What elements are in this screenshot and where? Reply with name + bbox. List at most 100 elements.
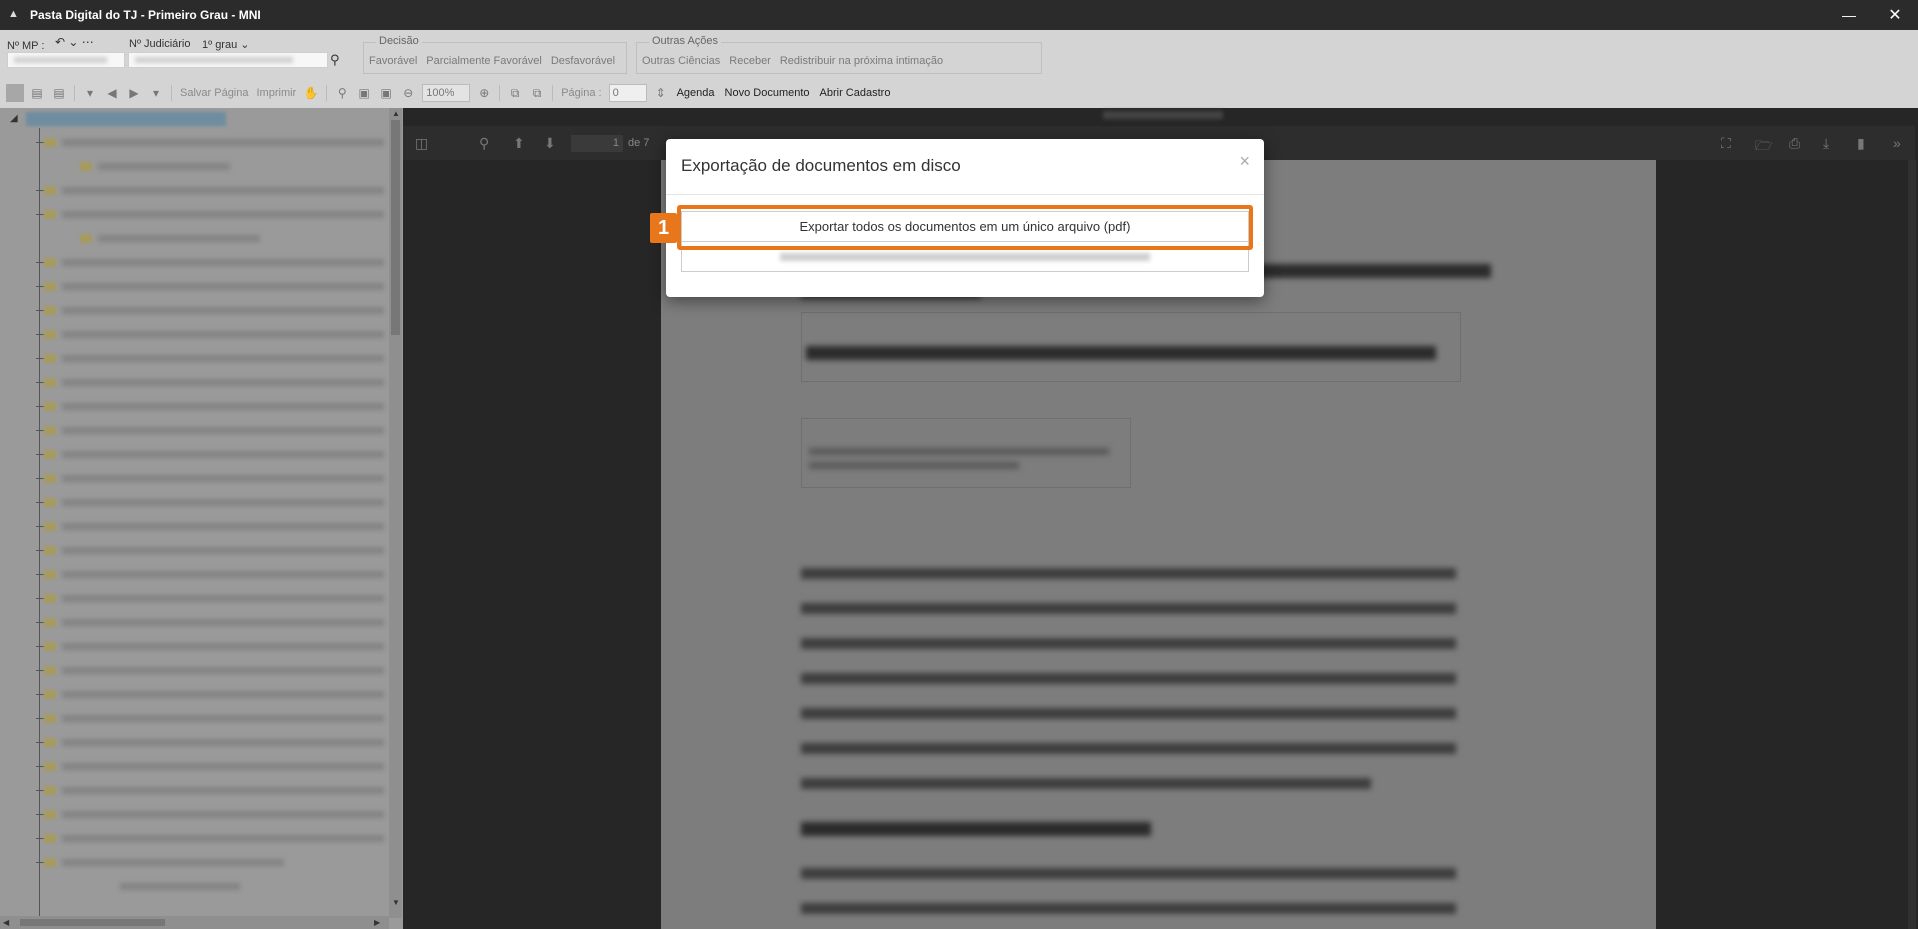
sidebar-toggle-icon[interactable]: ◫	[415, 135, 428, 152]
tree-node[interactable]	[80, 231, 260, 245]
judicial-number-field[interactable]	[128, 52, 328, 68]
tree-node[interactable]	[44, 687, 384, 701]
scroll-right-icon[interactable]: ▶	[374, 918, 380, 927]
new-document-link[interactable]: Novo Documento	[725, 87, 810, 99]
find-icon[interactable]: ⚲	[479, 135, 489, 152]
tree-node[interactable]	[44, 735, 384, 749]
scroll-left-icon[interactable]: ◀	[3, 918, 9, 927]
tree-view-icon[interactable]: ▤	[28, 84, 46, 102]
download-icon[interactable]: ⤓	[1823, 135, 1829, 152]
page-stepper-icon[interactable]: ⇕	[652, 84, 670, 102]
unfavorable-button[interactable]: Desfavorável	[551, 55, 615, 67]
more-tools-icon[interactable]: »	[1893, 135, 1901, 151]
mp-label: Nº MP :	[7, 40, 45, 52]
tree-node[interactable]	[44, 399, 384, 413]
grau-select[interactable]: 1º grau ⌄	[202, 38, 250, 51]
open-registry-link[interactable]: Abrir Cadastro	[820, 87, 891, 99]
other-actions-title: Outras Ações	[649, 35, 722, 47]
tree-node[interactable]	[44, 711, 384, 725]
page-text-line	[801, 868, 1456, 879]
list-view-icon[interactable]: ▤	[50, 84, 68, 102]
tree-node[interactable]	[44, 423, 384, 437]
dialog-header: Exportação de documentos em disco ×	[666, 139, 1264, 195]
tree-node[interactable]	[44, 471, 384, 485]
zoom-in-icon[interactable]: ⊕	[475, 84, 493, 102]
tree-node[interactable]	[44, 543, 384, 557]
dialog-close-button[interactable]: ×	[1239, 151, 1250, 172]
dropdown-icon[interactable]: ▾	[147, 84, 165, 102]
tree-node[interactable]	[44, 759, 384, 773]
zoom-out-icon[interactable]: ⊖	[399, 84, 417, 102]
zoom-tool-icon[interactable]: ⚲	[333, 84, 351, 102]
open-file-icon[interactable]: 🗁	[1755, 135, 1772, 159]
tree-node[interactable]	[44, 519, 384, 533]
select-tool-icon[interactable]	[6, 84, 24, 102]
page-input[interactable]: 0	[608, 84, 647, 102]
pdf-page-number-input[interactable]: 1	[571, 135, 623, 152]
tree-node[interactable]	[44, 831, 384, 845]
undo-icon[interactable]: ↶ ⌄ ⋯	[55, 35, 94, 49]
agenda-link[interactable]: Agenda	[677, 87, 715, 99]
top-panel: Nº MP : ↶ ⌄ ⋯ Nº Judiciário 1º grau ⌄ ⚲ …	[0, 30, 1918, 108]
fit-width-icon[interactable]: ▣	[377, 84, 395, 102]
paste-icon[interactable]: ⧉	[528, 84, 546, 102]
tree-node[interactable]	[44, 807, 384, 821]
page-text-line	[809, 448, 1109, 455]
mp-number-field[interactable]	[7, 52, 125, 68]
expand-root-icon[interactable]: ◢	[10, 113, 18, 124]
partially-favorable-button[interactable]: Parcialmente Favorável	[426, 55, 542, 67]
prev-icon[interactable]: ◀	[103, 84, 121, 102]
dropdown-icon[interactable]: ▾	[81, 84, 99, 102]
other-sciences-button[interactable]: Outras Ciências	[642, 55, 720, 67]
tree-node[interactable]	[44, 279, 384, 293]
tree-node[interactable]	[44, 783, 384, 797]
page-text-line	[801, 568, 1456, 579]
scroll-down-icon[interactable]: ▼	[392, 898, 400, 907]
tree-node[interactable]	[44, 207, 384, 221]
tree-node[interactable]	[44, 591, 384, 605]
page-text-line	[801, 673, 1456, 684]
scroll-up-icon[interactable]: ▲	[392, 109, 400, 118]
fit-page-icon[interactable]: ▣	[355, 84, 373, 102]
search-icon[interactable]: ⚲	[330, 52, 340, 68]
copy-icon[interactable]: ⧉	[506, 84, 524, 102]
tree-horizontal-scrollbar[interactable]: ◀ ▶	[0, 916, 389, 929]
tree-node[interactable]	[44, 639, 384, 653]
tree-node[interactable]	[44, 351, 384, 365]
tree-node[interactable]	[44, 615, 384, 629]
hand-tool-icon[interactable]: ✋	[302, 84, 320, 102]
save-page-button[interactable]: Salvar Página	[180, 87, 249, 99]
tree-node[interactable]	[44, 255, 384, 269]
page-label: Página :	[561, 87, 602, 99]
fullscreen-icon[interactable]: ⛶	[1721, 135, 1731, 152]
pdf-scrollbar[interactable]	[1908, 160, 1916, 929]
zoom-select[interactable]: 100%	[422, 84, 471, 102]
print-icon[interactable]: ⎙	[1789, 135, 1800, 152]
close-window-button[interactable]: ✕	[1872, 0, 1918, 30]
receive-button[interactable]: Receber	[729, 55, 771, 67]
previous-page-icon[interactable]: ⬆	[513, 135, 525, 152]
bookmark-icon[interactable]: ▮	[1857, 135, 1865, 152]
next-icon[interactable]: ▶	[125, 84, 143, 102]
minimize-button[interactable]: —	[1826, 0, 1872, 30]
tree-vertical-scrollbar[interactable]: ▲ ▼	[389, 108, 402, 918]
tree-node[interactable]	[44, 375, 384, 389]
tree-node[interactable]	[44, 135, 384, 149]
tree-node[interactable]	[44, 855, 284, 869]
next-page-icon[interactable]: ⬇	[544, 135, 556, 152]
tree-node[interactable]	[44, 663, 384, 677]
redistribute-button[interactable]: Redistribuir na próxima intimação	[780, 55, 943, 67]
tree-node[interactable]	[44, 567, 384, 581]
tree-node[interactable]	[44, 447, 384, 461]
tree-node[interactable]	[80, 159, 230, 173]
page-text-line	[801, 603, 1456, 614]
tree-node[interactable]	[44, 183, 384, 197]
tree-node[interactable]	[44, 303, 384, 317]
judicial-label: Nº Judiciário	[129, 38, 191, 50]
tree-node[interactable]	[120, 879, 240, 893]
favorable-button[interactable]: Favorável	[369, 55, 417, 67]
tree-node[interactable]	[44, 327, 384, 341]
print-button[interactable]: Imprimir	[257, 87, 297, 99]
tree-root-node[interactable]	[26, 112, 226, 126]
tree-node[interactable]	[44, 495, 384, 509]
